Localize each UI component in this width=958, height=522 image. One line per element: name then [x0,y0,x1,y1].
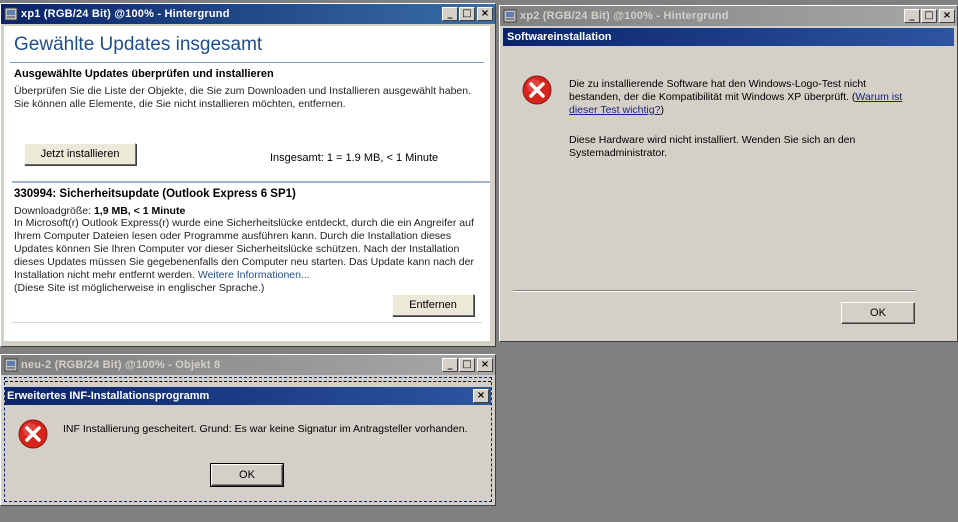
update-separator [12,181,490,183]
close-button[interactable]: × [939,9,955,23]
remove-button[interactable]: Entfernen [392,294,474,316]
neu2-title: neu-2 (RGB/24 Bit) @100% - Objekt 8 [21,359,221,371]
neu2-titlebar[interactable]: neu-2 (RGB/24 Bit) @100% - Objekt 8 _ □ … [1,355,495,375]
maximize-button[interactable]: □ [459,358,475,372]
section-heading: Ausgewählte Updates überprüfen und insta… [14,68,274,80]
hardware-message: Diese Hardware wird nicht installiert. W… [569,134,856,159]
dialog-titlebar: Erweitertes INF-Installationsprogramm × [5,387,491,405]
update-title: 330994: Sicherheitsupdate (Outlook Expre… [14,188,296,200]
maximize-button[interactable]: □ [921,9,937,23]
dialog-close-button[interactable]: × [473,389,489,403]
close-button[interactable]: × [477,7,493,21]
close-button[interactable]: × [477,358,493,372]
software-install-dialog: Softwareinstallation Die zu installieren… [503,28,954,338]
error-x-icon [522,75,552,105]
download-size: Downloadgröße: 1,9 MB, < 1 Minute [14,205,185,217]
bottom-divider [12,322,482,323]
update-description: In Microsoft(r) Outlook Express(r) wurde… [14,217,484,295]
logo-test-end: ) [660,104,664,116]
download-size-value: 1,9 MB, < 1 Minute [93,205,186,217]
ok-button[interactable]: OK [841,302,915,324]
dialog-title: Softwareinstallation [503,28,954,46]
xp1-window[interactable]: xp1 (RGB/24 Bit) @100% - Hintergrund _ □… [0,3,496,347]
logo-test-text: Die zu installierende Software hat den W… [569,78,867,103]
neu2-window[interactable]: neu-2 (RGB/24 Bit) @100% - Objekt 8 _ □ … [0,354,496,506]
inf-install-dialog: Erweitertes INF-Installationsprogramm × … [4,377,492,502]
selection-marquee [5,381,491,383]
windows-update-page: Gewählte Updates insgesamt Ausgewählte U… [4,26,490,341]
minimize-button[interactable]: _ [442,358,458,372]
install-now-button[interactable]: Jetzt installieren [24,143,136,165]
xp1-title: xp1 (RGB/24 Bit) @100% - Hintergrund [21,8,230,20]
photoshop-document-icon [503,9,517,23]
xp1-titlebar[interactable]: xp1 (RGB/24 Bit) @100% - Hintergrund _ □… [1,4,495,24]
more-info-link[interactable]: Weitere Informationen... [198,269,310,281]
english-note: (Diese Site ist möglicherweise in englis… [14,282,265,294]
logo-test-message: Die zu installierende Software hat den W… [569,78,914,117]
ok-button[interactable]: OK [210,463,284,487]
inf-error-message: INF Installierung gescheitert. Grund: Es… [63,423,468,435]
minimize-button[interactable]: _ [442,7,458,21]
xp2-titlebar[interactable]: xp2 (RGB/24 Bit) @100% - Hintergrund _ □… [500,6,957,26]
photoshop-document-icon [4,358,18,372]
error-x-icon [18,419,48,449]
minimize-button[interactable]: _ [904,9,920,23]
section-description: Überprüfen Sie die Liste der Objekte, di… [14,85,472,110]
dialog-title: Erweitertes INF-Installationsprogramm [7,390,210,402]
xp2-title: xp2 (RGB/24 Bit) @100% - Hintergrund [520,10,729,22]
photoshop-document-icon [4,7,18,21]
xp2-window[interactable]: xp2 (RGB/24 Bit) @100% - Hintergrund _ □… [499,5,958,342]
button-separator [513,290,915,292]
maximize-button[interactable]: □ [459,7,475,21]
download-size-label: Downloadgröße: [14,205,94,217]
page-title: Gewählte Updates insgesamt [14,34,263,55]
total-summary: Insgesamt: 1 = 1.9 MB, < 1 Minute [270,152,439,164]
title-divider [10,62,484,63]
